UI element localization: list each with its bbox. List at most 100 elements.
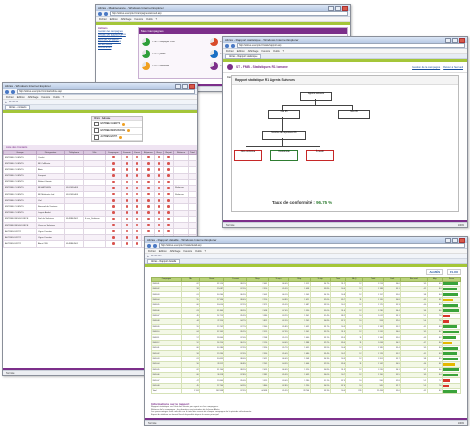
menu-item[interactable]: Edition xyxy=(110,18,118,21)
score-bar xyxy=(443,325,458,329)
menu-item[interactable]: Affichage xyxy=(121,18,132,21)
menu-item[interactable]: ? xyxy=(63,96,64,99)
forward-icon[interactable] xyxy=(231,43,235,48)
menu-item[interactable]: ? xyxy=(156,18,157,21)
status-dot-icon xyxy=(135,168,139,171)
checkbox[interactable] xyxy=(94,121,99,127)
table-row[interactable]: Total 1 124 563 998 87.3% 44 638 65.3% 28 746 9… xyxy=(151,388,462,395)
checkbox[interactable] xyxy=(94,128,99,133)
maximize-icon[interactable] xyxy=(452,237,458,243)
menu-item[interactable]: Favoris xyxy=(42,96,51,99)
table-cell: Aloui CFE xyxy=(35,240,65,248)
table-cell: 87.3% xyxy=(223,388,248,395)
status-bar: Terminé 100% xyxy=(223,222,467,227)
close-icon[interactable] xyxy=(459,237,465,243)
menu-item[interactable]: Favoris xyxy=(262,50,271,53)
selector-row[interactable]: ENTREE RESSOURCE xyxy=(92,128,142,135)
forward-icon[interactable] xyxy=(11,89,15,94)
menu-item[interactable]: Edition xyxy=(159,250,167,253)
url-field[interactable]: http://alizes.exemple.fr/contacts/liste.… xyxy=(17,89,195,94)
menu-item[interactable]: Favoris xyxy=(184,250,193,253)
conformity-rate-value: 96.75 % xyxy=(316,200,333,205)
selector-row[interactable]: AUTRES ENTIT. xyxy=(92,135,142,142)
menu-item[interactable]: Fichier xyxy=(226,50,234,53)
group-icon xyxy=(122,122,126,126)
minimize-icon[interactable] xyxy=(328,5,334,11)
forward-icon[interactable] xyxy=(104,11,108,16)
status-dot-icon xyxy=(135,186,139,190)
favorite-link[interactable]: ▪ ▪ ▪ ▪ ▪ ▪ ▪ xyxy=(9,101,18,103)
tree-node-right: Non 35 xyxy=(338,110,370,119)
table-cell xyxy=(104,240,122,248)
close-icon[interactable] xyxy=(459,37,465,43)
favorites-star-icon[interactable]: ★ xyxy=(147,255,149,258)
forward-icon[interactable] xyxy=(153,243,157,248)
browser-tab[interactable]: Alizés - Rapport détaillé xyxy=(147,258,181,264)
zoom-indicator[interactable]: 100% xyxy=(458,422,464,425)
menu-item[interactable]: Fichier xyxy=(6,96,14,99)
menu-item[interactable]: Outils xyxy=(273,50,280,53)
menu-item[interactable]: Favoris xyxy=(135,18,144,21)
menu-item[interactable]: Outils xyxy=(195,250,202,253)
campaign-chart-icon xyxy=(142,50,150,58)
back-icon[interactable] xyxy=(98,11,102,16)
status-dot-icon xyxy=(167,217,170,221)
status-dot-icon xyxy=(125,211,129,214)
status-dot-icon xyxy=(135,174,139,177)
campaign-tile[interactable]: C 10 - Conformité xyxy=(142,61,208,71)
home-link[interactable]: Retour à l'accueil xyxy=(443,66,463,69)
minimize-icon[interactable] xyxy=(175,83,181,89)
maximize-icon[interactable] xyxy=(182,83,188,89)
menu-item[interactable]: Affichage xyxy=(170,250,181,253)
checkbox[interactable] xyxy=(94,135,99,140)
status-dot-icon xyxy=(167,223,170,227)
back-icon[interactable] xyxy=(5,89,9,94)
favorite-link[interactable]: ▪ ▪ ▪ ▪ ▪ ▪ ▪ ▪ xyxy=(151,255,161,257)
campaign-link[interactable]: Gestion de la campagne xyxy=(412,66,440,69)
menu-item[interactable]: Affichage xyxy=(248,50,259,53)
url-field[interactable]: http://alizes.exemple.fr/stats/detail.as… xyxy=(159,243,465,248)
status-dot-icon xyxy=(135,162,139,165)
menu-item[interactable]: Edition xyxy=(237,50,245,53)
maximize-icon[interactable] xyxy=(335,5,341,11)
table-cell: 0148844501 xyxy=(63,240,84,248)
menu-item[interactable]: Edition xyxy=(17,96,25,99)
campaign-tile[interactable]: C 22 - Qualité xyxy=(142,49,208,59)
tree-connector xyxy=(246,146,320,147)
minimize-icon[interactable] xyxy=(445,37,451,43)
campaign-tile[interactable]: C 46 - Campagne 2008 xyxy=(142,37,208,47)
campaign-chart-icon xyxy=(142,38,150,46)
back-icon[interactable] xyxy=(147,243,151,248)
close-icon[interactable] xyxy=(342,5,348,11)
favorites-star-icon[interactable]: ★ xyxy=(5,101,7,104)
url-field[interactable]: http://alizes.exemple.fr/campagnes/accue… xyxy=(110,11,348,16)
menu-item[interactable]: Outils xyxy=(146,18,153,21)
status-dot-icon xyxy=(135,199,139,202)
tree-node-top: Agents suiveurs xyxy=(300,92,332,101)
close-icon[interactable] xyxy=(189,83,195,89)
menu-item[interactable]: ? xyxy=(283,50,284,53)
campaign-label: C 46 - Campagne 2008 xyxy=(152,41,175,43)
status-dot-icon xyxy=(157,211,161,214)
back-icon[interactable] xyxy=(225,43,229,48)
status-dot-icon xyxy=(167,168,170,171)
minimize-icon[interactable] xyxy=(445,237,451,243)
browser-tab[interactable]: Alizés - Rapport statistique xyxy=(225,53,262,59)
selector-label: ENTREE RESSOURCE xyxy=(100,129,126,132)
menu-item[interactable]: ? xyxy=(205,250,206,253)
menu-item[interactable]: Outils xyxy=(53,96,60,99)
status-dot-icon xyxy=(147,174,150,177)
selector-row[interactable]: ENTREE CLIENTS xyxy=(92,121,142,128)
status-dot-icon xyxy=(135,192,139,196)
url-field[interactable]: http://alizes.exemple.fr/stats/rapport.a… xyxy=(237,43,465,48)
status-dot-icon xyxy=(157,192,161,196)
zoom-indicator[interactable]: 100% xyxy=(458,224,464,227)
browser-tab[interactable]: Alizés - contacts xyxy=(5,104,31,110)
group-icon xyxy=(127,129,131,133)
menu-item[interactable]: Fichier xyxy=(99,18,107,21)
menu-item[interactable]: Affichage xyxy=(28,96,39,99)
status-dot-icon xyxy=(125,168,129,171)
menu-item[interactable]: Fichier xyxy=(148,250,156,253)
maximize-icon[interactable] xyxy=(452,37,458,43)
nav-link[interactable]: Déconnexion xyxy=(98,47,134,49)
